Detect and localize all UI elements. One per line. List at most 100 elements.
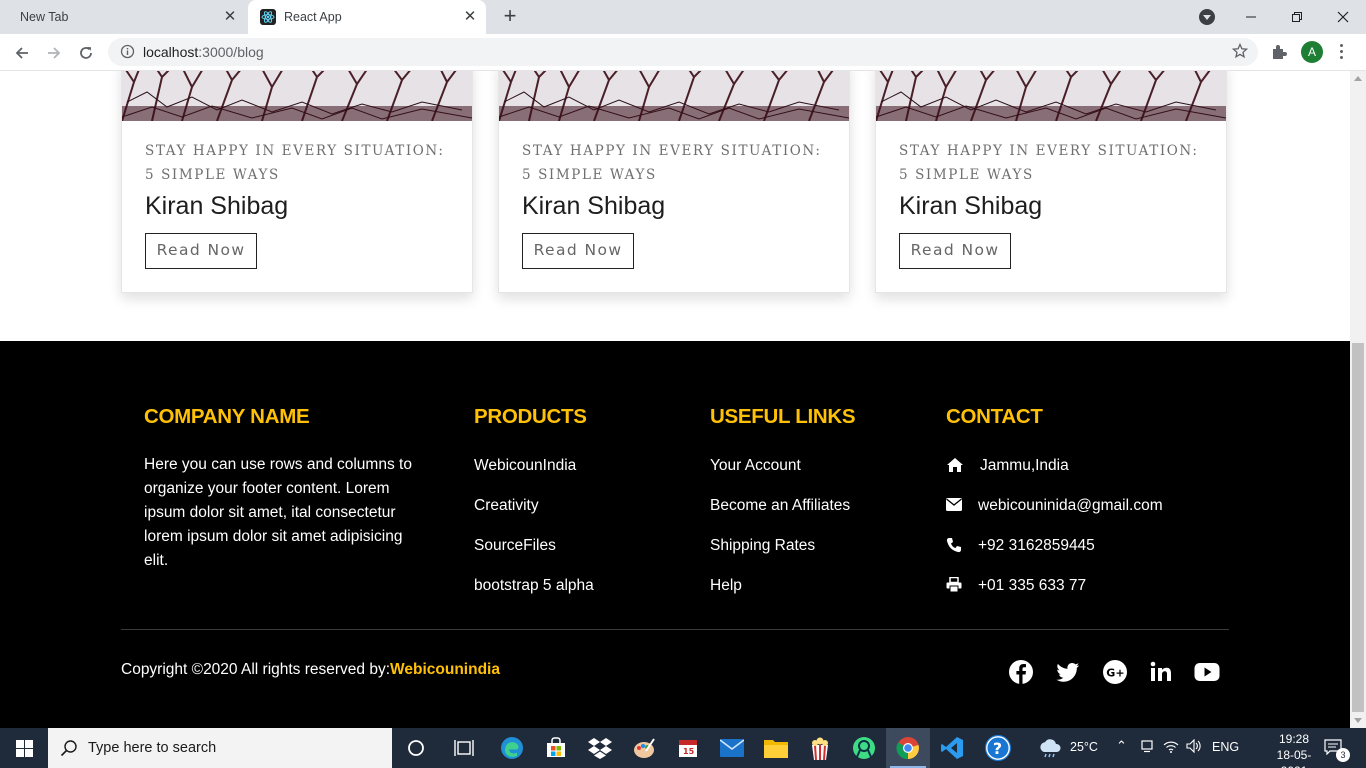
svg-text:?: ? xyxy=(993,739,1002,758)
blog-card: STAY HAPPY IN EVERY SITUATION: 5 SIMPLE … xyxy=(121,71,473,293)
footer-link-sourcefiles[interactable]: SourceFiles xyxy=(474,537,556,555)
read-now-button[interactable]: Read Now xyxy=(145,233,257,269)
calendar-app-icon[interactable]: 15 xyxy=(674,734,702,762)
home-icon xyxy=(946,457,964,475)
react-icon xyxy=(260,9,276,25)
footer-link-shipping-rates[interactable]: Shipping Rates xyxy=(710,537,815,555)
page-viewport: STAY HAPPY IN EVERY SITUATION: 5 SIMPLE … xyxy=(0,71,1350,728)
taskbar-clock[interactable]: 19:28 18-05-2021 xyxy=(1264,731,1324,768)
popcorn-app-icon[interactable] xyxy=(806,734,834,762)
copyright-prefix: Copyright ©2020 All rights reserved by: xyxy=(121,661,391,678)
read-now-button[interactable]: Read Now xyxy=(899,233,1011,269)
file-explorer-icon[interactable] xyxy=(762,734,790,762)
search-icon xyxy=(60,739,78,762)
footer-heading-contact: CONTACT xyxy=(946,405,1043,428)
footer-link-your-account[interactable]: Your Account xyxy=(710,457,801,475)
microsoft-store-icon[interactable] xyxy=(542,734,570,762)
clock-time: 19:28 xyxy=(1278,732,1310,746)
tab-new-tab[interactable]: New Tab ✕ xyxy=(0,0,246,34)
chevron-up-icon[interactable]: ⌃ xyxy=(1116,738,1127,754)
windows-taskbar: Type here to search 15 ? 25°C ⌃ ENG 19:2… xyxy=(0,728,1366,768)
forward-arrow-icon[interactable] xyxy=(41,40,67,66)
scroll-thumb[interactable] xyxy=(1352,343,1364,712)
weather-temperature: 25°C xyxy=(1070,740,1098,754)
tab-react-app[interactable]: React App ✕ xyxy=(248,0,486,34)
close-window-icon[interactable] xyxy=(1320,0,1366,34)
google-plus-icon[interactable]: G+ xyxy=(1102,659,1128,685)
browser-toolbar: localhost:3000/blog A xyxy=(0,34,1366,71)
volume-icon[interactable] xyxy=(1186,738,1202,756)
more-menu-icon[interactable] xyxy=(1339,42,1343,62)
footer-heading-useful-links: USEFUL LINKS xyxy=(710,405,856,428)
footer-heading-company: COMPANY NAME xyxy=(144,405,310,428)
help-icon[interactable]: ? xyxy=(984,734,1012,762)
footer-company-text: Here you can use rows and columns to org… xyxy=(144,456,412,569)
back-arrow-icon[interactable] xyxy=(9,40,35,66)
dropbox-icon[interactable] xyxy=(586,734,614,762)
site-footer: COMPANY NAME Here you can use rows and c… xyxy=(0,341,1350,728)
weather-cloud-icon[interactable] xyxy=(1036,734,1064,762)
vscode-icon[interactable] xyxy=(938,734,966,762)
taskbar-search-placeholder: Type here to search xyxy=(88,740,217,756)
footer-contact-address: Jammu,India xyxy=(980,457,1069,474)
reload-icon[interactable] xyxy=(73,40,99,66)
minimize-icon[interactable] xyxy=(1228,0,1274,34)
footer-link-help[interactable]: Help xyxy=(710,577,742,595)
linkedin-icon[interactable] xyxy=(1148,659,1174,685)
footer-contact-phone: +92 3162859445 xyxy=(978,537,1095,554)
paint-icon[interactable] xyxy=(630,734,658,762)
language-indicator[interactable]: ENG xyxy=(1212,740,1239,754)
envelope-icon xyxy=(946,498,964,516)
footer-contact-fax: +01 335 633 77 xyxy=(978,577,1087,594)
close-icon[interactable]: ✕ xyxy=(222,9,238,25)
extensions-puzzle-icon[interactable] xyxy=(1270,43,1288,66)
task-view-icon[interactable] xyxy=(450,734,478,762)
url-text: localhost:3000/blog xyxy=(143,44,264,60)
footer-contact-email[interactable]: webicouninida@gmail.com xyxy=(978,497,1163,515)
copyright-brand-link[interactable]: Webicounindia xyxy=(390,661,500,678)
facebook-icon[interactable] xyxy=(1008,659,1034,685)
scroll-down-arrow-icon[interactable] xyxy=(1354,718,1362,723)
svg-text:15: 15 xyxy=(683,747,695,756)
footer-heading-products: PRODUCTS xyxy=(474,405,587,428)
mail-icon[interactable] xyxy=(718,734,746,762)
url-host: localhost xyxy=(143,44,199,60)
android-studio-icon[interactable] xyxy=(850,734,878,762)
address-bar[interactable]: localhost:3000/blog xyxy=(108,38,1258,66)
blog-card-author: Kiran Shibag xyxy=(522,192,666,220)
youtube-icon[interactable] xyxy=(1194,659,1220,685)
scroll-up-arrow-icon[interactable] xyxy=(1354,76,1362,81)
footer-link-bootstrap[interactable]: bootstrap 5 alpha xyxy=(474,577,594,595)
bookmark-star-icon[interactable] xyxy=(1231,42,1249,64)
read-now-button[interactable]: Read Now xyxy=(522,233,634,269)
footer-link-creativity[interactable]: Creativity xyxy=(474,497,539,515)
blog-card-title: STAY HAPPY IN EVERY SITUATION: 5 SIMPLE … xyxy=(145,143,445,183)
tab-title: New Tab xyxy=(20,10,69,24)
url-path: :3000/blog xyxy=(198,44,264,60)
print-icon xyxy=(946,576,964,595)
clock-date: 18-05-2021 xyxy=(1276,748,1312,768)
windows-start-icon[interactable] xyxy=(0,728,48,768)
tab-search-dropdown-icon[interactable] xyxy=(1199,9,1215,25)
wifi-icon[interactable] xyxy=(1163,739,1179,756)
close-icon[interactable]: ✕ xyxy=(462,9,478,25)
blog-card-image xyxy=(122,71,472,121)
taskbar-search-box[interactable]: Type here to search xyxy=(48,728,392,768)
footer-link-webicounindia[interactable]: WebicounIndia xyxy=(474,457,576,475)
network-pc-icon[interactable] xyxy=(1140,739,1154,756)
chrome-taskbar-icon[interactable] xyxy=(886,728,930,768)
info-icon[interactable] xyxy=(120,44,135,64)
profile-avatar[interactable]: A xyxy=(1301,41,1323,63)
twitter-icon[interactable] xyxy=(1055,659,1081,685)
tab-title: React App xyxy=(284,10,342,24)
edge-browser-icon[interactable] xyxy=(498,734,526,762)
blog-card-image xyxy=(876,71,1226,121)
page-scrollbar[interactable] xyxy=(1350,71,1366,728)
restore-icon[interactable] xyxy=(1274,0,1320,34)
blog-card-title: STAY HAPPY IN EVERY SITUATION: 5 SIMPLE … xyxy=(899,143,1199,183)
cortana-icon[interactable] xyxy=(402,734,430,762)
new-tab-plus-icon[interactable]: + xyxy=(498,5,522,29)
svg-text:G+: G+ xyxy=(1106,667,1124,680)
copyright-text: Copyright ©2020 All rights reserved by:W… xyxy=(121,661,500,679)
footer-link-affiliates[interactable]: Become an Affiliates xyxy=(710,497,850,515)
